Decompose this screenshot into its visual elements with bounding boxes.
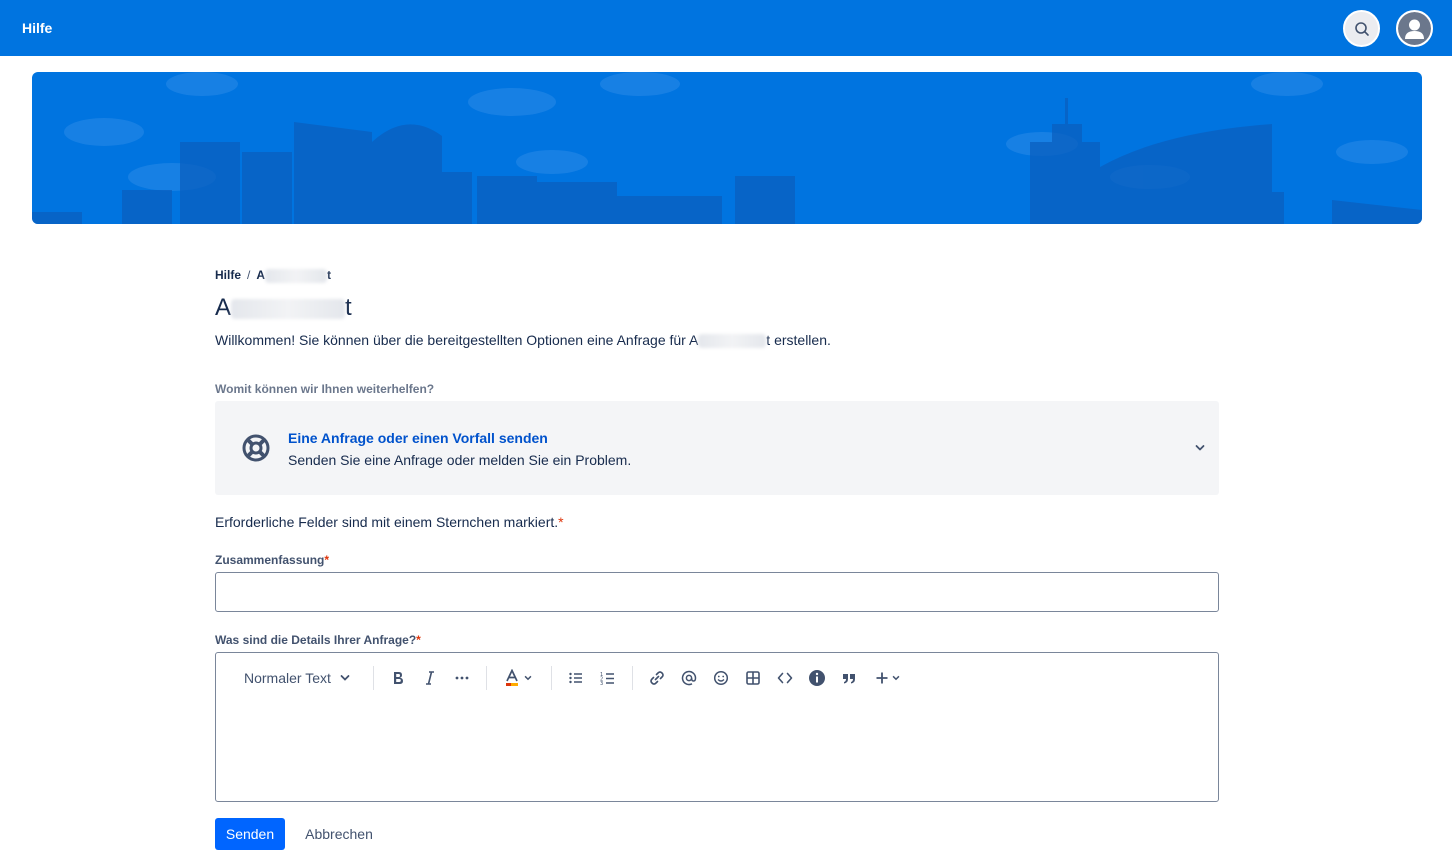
numbered-list-icon: 123	[600, 672, 614, 686]
send-button[interactable]: Senden	[215, 818, 285, 850]
more-icon	[455, 676, 469, 680]
toolbar-divider	[373, 666, 374, 690]
request-type-selector[interactable]: Eine Anfrage oder einen Vorfall senden S…	[215, 401, 1219, 495]
svg-text:3: 3	[600, 681, 603, 686]
text-color-icon	[505, 669, 518, 686]
breadcrumb-separator: /	[247, 268, 251, 282]
lifebuoy-icon	[242, 434, 270, 462]
bold-icon	[394, 672, 403, 684]
top-navigation-bar: Hilfe	[0, 0, 1452, 56]
portal-banner	[32, 72, 1422, 224]
table-button[interactable]	[741, 666, 765, 690]
search-button[interactable]	[1343, 10, 1380, 47]
plus-icon	[876, 672, 888, 684]
details-editor[interactable]: Normaler Text 123	[215, 652, 1219, 802]
mention-button[interactable]	[677, 666, 701, 690]
link-icon	[650, 671, 664, 685]
page-title: At	[215, 294, 352, 321]
numbered-list-button[interactable]: 123	[596, 666, 620, 690]
breadcrumb-home-link[interactable]: Hilfe	[215, 268, 241, 282]
required-star: *	[416, 633, 421, 647]
emoji-button[interactable]	[709, 666, 733, 690]
user-avatar-button[interactable]	[1396, 10, 1433, 47]
chevron-down-icon	[524, 675, 531, 681]
editor-toolbar: Normaler Text 123	[216, 653, 1218, 703]
search-icon	[1354, 21, 1369, 36]
redacted-text	[265, 268, 328, 283]
emoji-icon	[713, 670, 729, 686]
text-style-dropdown[interactable]: Normaler Text	[234, 666, 354, 690]
redacted-text	[231, 298, 346, 319]
bullet-list-icon	[569, 672, 582, 684]
required-star: *	[324, 553, 330, 567]
request-type-title[interactable]: Eine Anfrage oder einen Vorfall senden	[288, 430, 548, 446]
toolbar-divider	[551, 666, 552, 690]
insert-more-button[interactable]	[871, 666, 905, 690]
bullet-list-button[interactable]	[564, 666, 588, 690]
user-avatar-icon	[1398, 12, 1431, 45]
required-star: *	[558, 514, 564, 530]
request-type-question: Womit können wir Ihnen weiterhelfen?	[215, 382, 435, 396]
details-label: Was sind die Details Ihrer Anfrage?*	[215, 633, 421, 647]
toolbar-divider	[486, 666, 487, 690]
required-fields-note: Erforderliche Felder sind mit einem Ster…	[215, 514, 564, 530]
help-center-title[interactable]: Hilfe	[22, 20, 52, 36]
chevron-down-icon	[892, 675, 900, 681]
text-color-button[interactable]	[500, 666, 536, 690]
link-button[interactable]	[645, 666, 669, 690]
bold-button[interactable]	[386, 666, 410, 690]
code-button[interactable]	[773, 666, 797, 690]
cancel-button[interactable]: Abbrechen	[297, 818, 381, 850]
toolbar-divider	[632, 666, 633, 690]
table-icon	[746, 671, 760, 685]
welcome-message: Willkommen! Sie können über die bereitge…	[215, 332, 831, 349]
summary-label: Zusammenfassung*	[215, 553, 330, 567]
request-type-description: Senden Sie eine Anfrage oder melden Sie …	[288, 452, 632, 468]
more-formatting-button[interactable]	[450, 666, 474, 690]
quote-icon	[843, 674, 855, 684]
breadcrumb-portal-link[interactable]: At	[256, 268, 331, 283]
italic-icon	[426, 671, 434, 685]
chevron-down-icon[interactable]	[1193, 441, 1207, 455]
text-style-label: Normaler Text	[244, 670, 331, 686]
at-sign-icon	[681, 670, 697, 686]
redacted-text	[698, 334, 767, 349]
quote-button[interactable]	[837, 666, 861, 690]
info-panel-button[interactable]	[805, 666, 829, 690]
italic-button[interactable]	[418, 666, 442, 690]
info-icon	[809, 670, 825, 686]
code-icon	[777, 672, 793, 684]
chevron-down-icon	[340, 675, 350, 681]
summary-input[interactable]	[215, 572, 1219, 612]
breadcrumb: Hilfe / At	[215, 268, 331, 283]
